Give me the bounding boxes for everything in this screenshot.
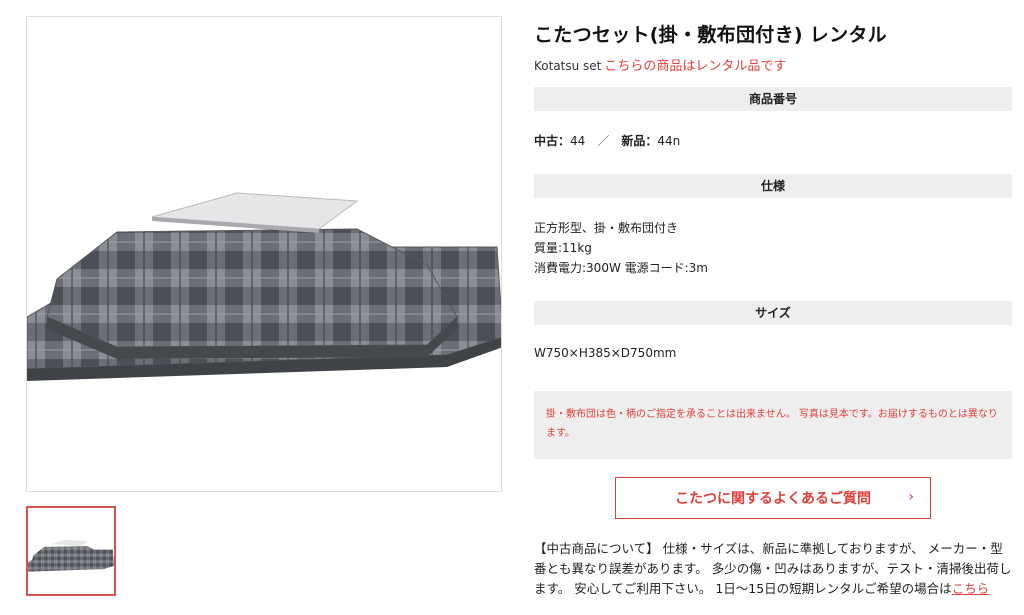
product-title: こたつセット(掛・敷布団付き) レンタル [534, 24, 887, 46]
used-product-description: 【中古商品について】 仕様・サイズは、新品に準拠しておりますが、 メーカー・型番… [534, 539, 1012, 599]
usage-text: 【中古商品について】 仕様・サイズは、新品に準拠しておりますが、 メーカー・型番… [534, 541, 1012, 596]
used-code: 44 [570, 134, 586, 148]
size-value: W750×H385×D750mm [534, 346, 677, 360]
product-codes: 中古：44 ／ 新品：44n [534, 132, 680, 149]
short-term-rental-link[interactable]: こちら [952, 581, 990, 596]
chevron-right-icon: › [908, 489, 914, 505]
section-header-spec: 仕様 [534, 174, 1012, 198]
product-subtitle: Kotatsu set こちらの商品はレンタル品です [534, 55, 1012, 74]
new-code: 44n [657, 134, 681, 148]
kotatsu-photo-icon [27, 192, 501, 381]
kotatsu-thumbnail-icon [28, 539, 114, 572]
notice-box: 掛・敷布団は色・柄のご指定を承ることは出来ません。 写真は見本です。お届けするも… [534, 391, 1012, 459]
used-label: 中古： [534, 134, 571, 148]
faq-button-label: こたつに関するよくあるご質問 [675, 491, 871, 507]
spec-line: 質量:11kg [534, 241, 592, 255]
section-header-product-code: 商品番号 [534, 87, 1012, 111]
product-main-image [26, 16, 502, 492]
spec-text: 正方形型、掛・敷布団付き 質量:11kg 消費電力:300W 電源コード:3m [534, 218, 708, 278]
rental-note: こちらの商品はレンタル品です [604, 59, 787, 74]
section-header-size: サイズ [534, 301, 1012, 325]
spec-line: 消費電力:300W 電源コード:3m [534, 261, 708, 275]
code-separator: ／ [597, 134, 610, 148]
faq-button[interactable]: こたつに関するよくあるご質問 › [615, 477, 931, 519]
new-label: 新品： [621, 134, 658, 148]
spec-line: 正方形型、掛・敷布団付き [534, 221, 679, 235]
thumbnail-1[interactable] [26, 506, 116, 596]
subtitle-english: Kotatsu set [534, 59, 602, 73]
product-info: こたつセット(掛・敷布団付き) レンタル Kotatsu set こちらの商品はレ… [534, 16, 1012, 596]
